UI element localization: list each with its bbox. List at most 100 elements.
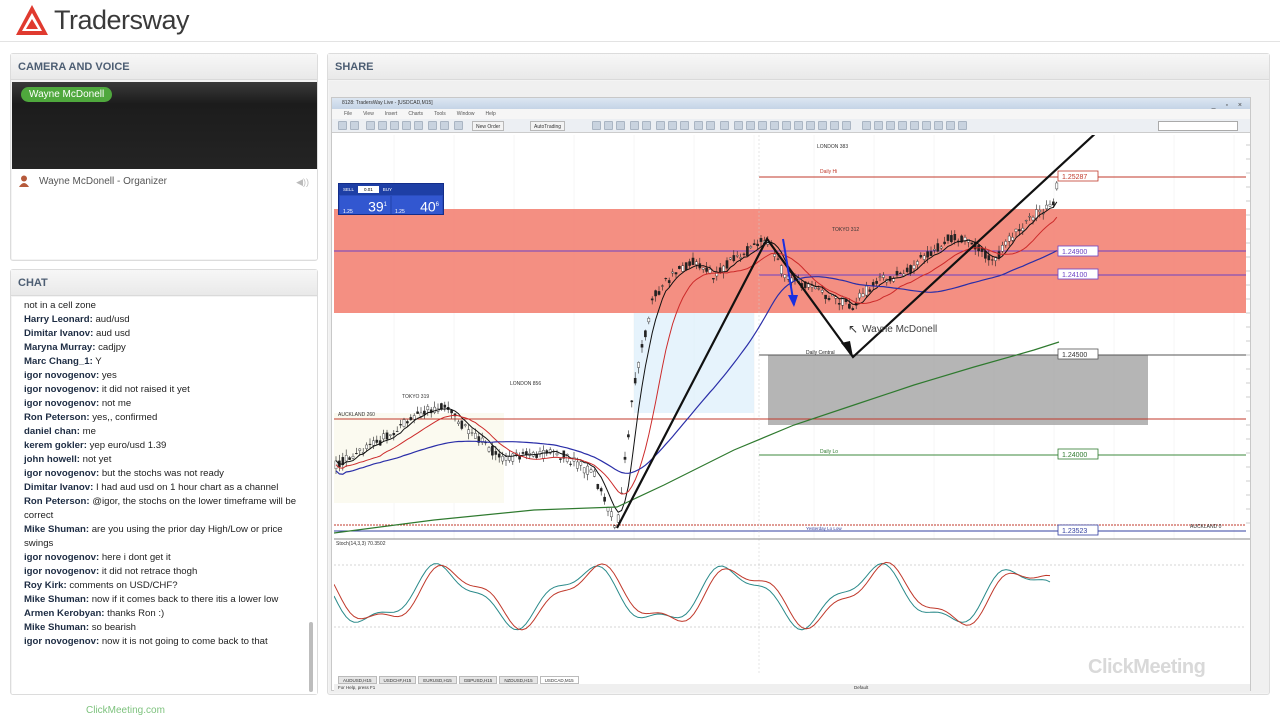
menu-item-insert[interactable]: Insert (385, 109, 398, 119)
toolbar-hline-icon[interactable] (770, 121, 779, 130)
toolbar-profiles-icon[interactable] (350, 121, 359, 130)
toolbar-data-window-icon[interactable] (378, 121, 387, 130)
chat-scrollbar[interactable] (309, 622, 313, 692)
chat-message: daniel chan: me (24, 425, 310, 439)
menu-item-charts[interactable]: Charts (408, 109, 423, 119)
toolbar-history-icon[interactable] (440, 121, 449, 130)
candle-body (939, 246, 943, 249)
tradersway-logo[interactable]: Tradersway (14, 2, 190, 38)
chat-message: Ron Peterson: @igor, the stochs on the l… (24, 495, 310, 523)
toolbar-text-icon[interactable] (818, 121, 827, 130)
candle-body (375, 439, 379, 443)
chart-tab[interactable]: NZDUSD,H15 (499, 676, 538, 684)
toolbar-tile-icon[interactable] (656, 121, 665, 130)
toolbar-vline-icon[interactable] (758, 121, 767, 130)
candle-body (858, 292, 861, 299)
menu-item-view[interactable]: View (363, 109, 374, 119)
toolbar-new-chart-icon[interactable] (338, 121, 347, 130)
candle-body (667, 280, 671, 284)
toolbar-m30-icon[interactable] (898, 121, 907, 130)
toolbar-mn-icon[interactable] (958, 121, 967, 130)
chart-tab[interactable]: USDCHF,H15 (378, 676, 417, 684)
toolbar-cursor-icon[interactable] (734, 121, 743, 130)
toolbar-candles-icon[interactable] (604, 121, 613, 130)
chat-text: it did not raised it yet (99, 384, 190, 395)
menu-item-help[interactable]: Help (486, 109, 496, 119)
one-click-trade-panel[interactable]: SELL 0.01 BUY 1.25 391 1.25 406 (338, 183, 444, 215)
candle-body (946, 234, 950, 241)
toolbar-scroll-icon[interactable] (668, 121, 677, 130)
microphone-icon[interactable]: ◀)) (296, 177, 309, 188)
toolbar-navigator-icon[interactable] (390, 121, 399, 130)
toolbar-label-icon[interactable] (830, 121, 839, 130)
toolbar-indicators-icon[interactable] (694, 121, 703, 130)
menu-item-tools[interactable]: Tools (434, 109, 446, 119)
candle-body (630, 400, 634, 403)
toolbar-crosshair-icon[interactable] (746, 121, 755, 130)
chart-tab[interactable]: AUDUSD,H15 (338, 676, 377, 684)
presenter-name-tag: Wayne McDonell (21, 87, 113, 102)
toolbar-d1-icon[interactable] (934, 121, 943, 130)
toolbar-options-icon[interactable] (454, 121, 463, 130)
toolbar-periods-icon[interactable] (706, 121, 715, 130)
candle-body (1031, 217, 1035, 221)
candle-body (718, 267, 722, 273)
terminal-search-input[interactable] (1158, 121, 1238, 131)
candle-body (820, 290, 824, 293)
candle-body (729, 257, 732, 260)
menu-item-window[interactable]: Window (457, 109, 475, 119)
candle-body (613, 525, 617, 528)
toolbar-line-chart-icon[interactable] (616, 121, 625, 130)
toolbar-h1-icon[interactable] (910, 121, 919, 130)
toolbar-terminal-icon[interactable] (402, 121, 411, 130)
candle-body (661, 285, 664, 287)
chart-canvas[interactable]: LONDON 383 LONDON 856 TOKYO 319 TOKYO 31… (334, 135, 1250, 675)
candle-body (827, 298, 831, 300)
clickmeeting-link[interactable]: ClickMeeting.com (86, 705, 165, 716)
chat-message: Roy Kirk: comments on USD/CHF? (24, 579, 310, 593)
candle-body (868, 289, 872, 292)
toolbar-market-watch-icon[interactable] (366, 121, 375, 130)
chart-tab[interactable]: USDCAD,M15 (539, 676, 579, 684)
toolbar-m5-icon[interactable] (874, 121, 883, 130)
toolbar-templates-icon[interactable] (720, 121, 729, 130)
candle-body (616, 514, 620, 523)
candle-body (905, 267, 909, 273)
lot-input[interactable]: 0.01 (358, 186, 379, 193)
terminal-status-bar: For Help, press F1 Default (334, 684, 1250, 692)
candle-body (882, 275, 885, 278)
toolbar-bar-chart-icon[interactable] (592, 121, 601, 130)
window-buttons-icon[interactable]: _ ▫ × (1212, 100, 1246, 111)
toolbar-w1-icon[interactable] (946, 121, 955, 130)
sell-price-button[interactable]: 1.25 391 (340, 196, 390, 215)
toolbar-m1-icon[interactable] (862, 121, 871, 130)
price-chart[interactable]: LONDON 383 LONDON 856 TOKYO 319 TOKYO 31… (334, 135, 1250, 675)
chart-tab[interactable]: EURUSD,H15 (418, 676, 457, 684)
autotrading-button[interactable]: AutoTrading (530, 121, 566, 131)
menu-item-file[interactable]: File (344, 109, 352, 119)
toolbar-zoom-out-icon[interactable] (642, 121, 651, 130)
terminal-menu: File View Insert Charts Tools Window Help (332, 109, 1250, 119)
status-profile: Default (854, 685, 869, 690)
app-header: Tradersway (0, 0, 1280, 42)
toolbar-editor-icon[interactable] (428, 121, 437, 130)
toolbar-m15-icon[interactable] (886, 121, 895, 130)
new-order-button[interactable]: New Order (472, 121, 505, 131)
sell-tab[interactable]: SELL (343, 184, 354, 195)
attendee-name: Wayne McDonell - Organizer (39, 175, 168, 187)
toolbar-arrows-icon[interactable] (842, 121, 851, 130)
toolbar-shift-icon[interactable] (680, 121, 689, 130)
buy-price-button[interactable]: 1.25 406 (392, 196, 442, 215)
toolbar-trendline-icon[interactable] (782, 121, 791, 130)
chat-message: kerem gokler: yep euro/usd 1.39 (24, 439, 310, 453)
attendee-row[interactable]: Wayne McDonell - Organizer (18, 175, 167, 187)
toolbar-channel-icon[interactable] (794, 121, 803, 130)
buy-tab[interactable]: BUY (383, 184, 392, 195)
share-panel: SHARE 8128: TradersWay Live - [USDCAD,M1… (327, 53, 1270, 695)
candle-body (1011, 237, 1014, 241)
toolbar-fibo-icon[interactable] (806, 121, 815, 130)
toolbar-zoom-in-icon[interactable] (630, 121, 639, 130)
toolbar-tester-icon[interactable] (414, 121, 423, 130)
chart-tab[interactable]: GBPUSD,H15 (458, 676, 498, 684)
toolbar-h4-icon[interactable] (922, 121, 931, 130)
